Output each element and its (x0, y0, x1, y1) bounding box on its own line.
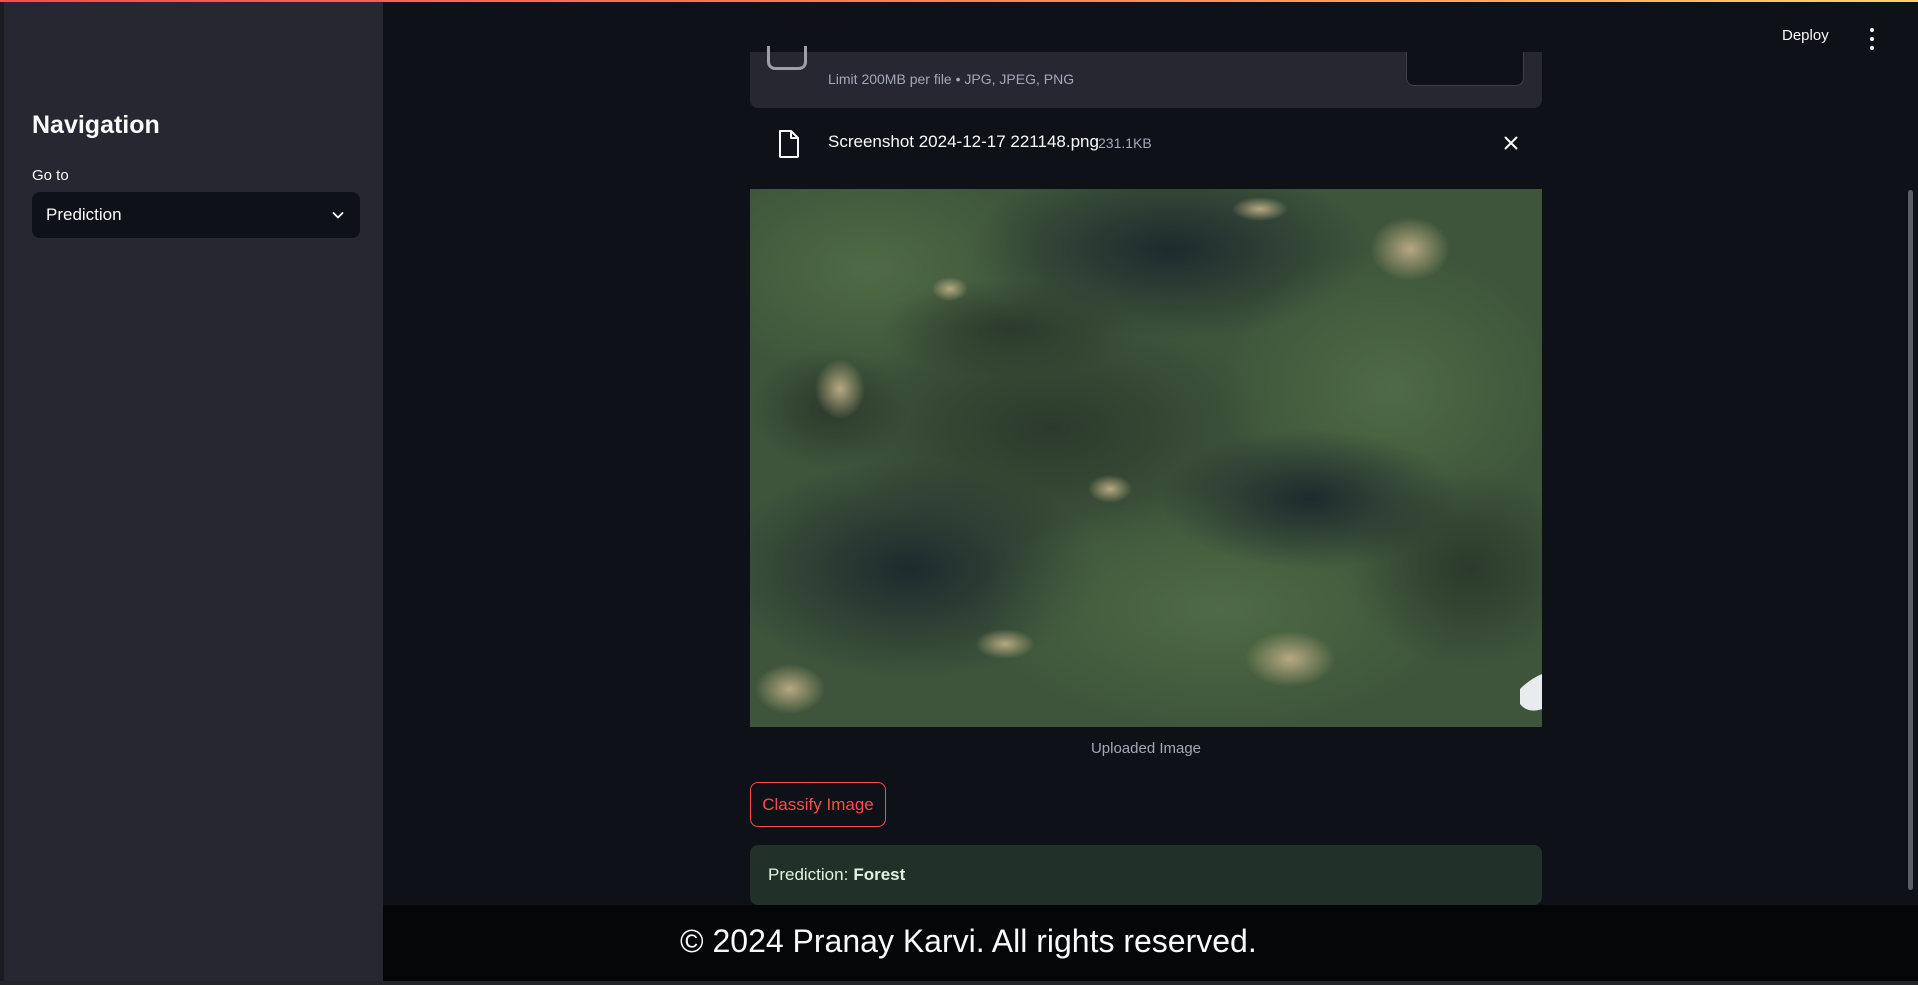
goto-label: Go to (32, 167, 69, 184)
close-icon[interactable] (1502, 134, 1520, 152)
prediction-result: Prediction: Forest (750, 845, 1542, 905)
chevron-down-icon (332, 212, 344, 219)
image-caption: Uploaded Image (1090, 740, 1202, 757)
file-uploader-dropzone[interactable]: Limit 200MB per file • JPG, JPEG, PNG (750, 46, 1542, 108)
classify-image-button[interactable]: Classify Image (750, 782, 886, 827)
satellite-forest-image (750, 189, 1542, 727)
uploaded-file-row: Screenshot 2024-12-17 221148.png 231.1KB (750, 118, 1542, 170)
page-select-value: Prediction (46, 205, 122, 224)
kebab-menu-icon[interactable] (1862, 28, 1882, 50)
deploy-button[interactable]: Deploy (1782, 27, 1829, 44)
top-accent-bar (0, 0, 1918, 2)
sidebar-title: Navigation (32, 111, 160, 139)
footer-copyright: © 2024 Pranay Karvi. All rights reserved… (680, 923, 1257, 959)
file-icon (779, 130, 799, 158)
page-select[interactable]: Prediction (32, 192, 360, 238)
prediction-value: Forest (853, 865, 906, 884)
file-size: 231.1KB (1098, 135, 1152, 151)
uploaded-image (750, 189, 1542, 727)
footer: © 2024 Pranay Karvi. All rights reserved… (383, 905, 1918, 981)
upload-cloud-icon (767, 46, 807, 70)
file-name: Screenshot 2024-12-17 221148.png (828, 132, 1099, 151)
main-scrollbar[interactable] (1908, 190, 1913, 890)
sidebar: Navigation Go to Prediction (0, 0, 383, 981)
prediction-label: Prediction: (768, 865, 849, 884)
bottom-edge (0, 981, 1918, 985)
browse-files-button[interactable] (1406, 52, 1524, 86)
app-root: Navigation Go to Prediction Deploy Limit… (0, 0, 1918, 985)
upload-limit-text: Limit 200MB per file • JPG, JPEG, PNG (828, 71, 1075, 87)
